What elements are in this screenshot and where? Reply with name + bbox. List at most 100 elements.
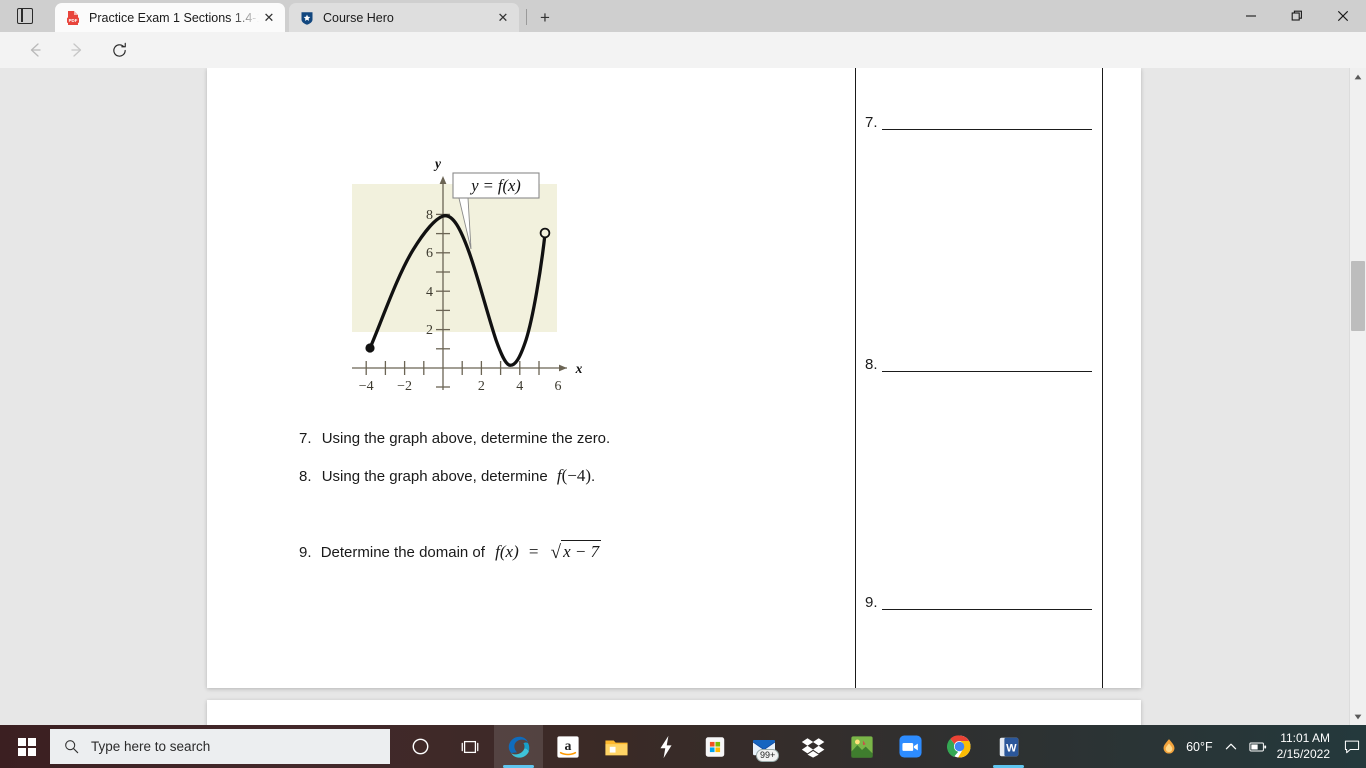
question-8-text: Using the graph above, determine [321,468,548,485]
open-endpoint-dot [539,227,551,239]
question-9-radical-expression: √ x − 7 [549,540,602,563]
cortana-icon[interactable] [396,725,445,768]
reload-button[interactable] [106,38,132,62]
svg-text:4: 4 [426,285,433,300]
task-view-icon[interactable] [445,725,494,768]
page-scrollbar[interactable] [1349,68,1366,725]
tab-course-hero[interactable]: Course Hero ✕ [289,3,519,32]
show-hidden-icons-button[interactable] [1219,725,1243,768]
svg-text:2: 2 [478,379,485,390]
question-8-number: 8. [299,468,312,485]
tab-actions-icon[interactable] [10,4,40,28]
y-axis-arrow [439,176,447,184]
scrollbar-thumb[interactable] [1351,261,1365,331]
navigation-bar: i File C:/Users/12056/AppData/Local/Temp… [0,32,1366,96]
tab-title: Course Hero [323,10,394,25]
svg-text:4: 4 [516,379,523,390]
plot-background [352,184,557,332]
page-vertical-rule-left [855,68,857,688]
svg-text:6: 6 [426,246,433,261]
microsoft-store-icon[interactable] [690,725,739,768]
answer-blank-8-number: 8. [865,356,878,373]
svg-text:2: 2 [426,323,433,338]
google-chrome-icon[interactable] [935,725,984,768]
svg-text:6: 6 [555,379,562,390]
closed-endpoint-dot [365,343,375,353]
question-8-argument: (−4) [561,466,591,485]
answer-blank-7[interactable]: 7. [865,115,1092,130]
forward-button[interactable] [64,38,90,62]
lightning-app-icon[interactable] [641,725,690,768]
answer-blank-8[interactable]: 8. [865,357,1092,372]
dropbox-icon[interactable] [788,725,837,768]
mail-icon[interactable]: 99+ [739,725,788,768]
back-button[interactable] [22,38,48,62]
x-tick-labels: −4 −2 2 4 6 [359,379,562,394]
x-axis-arrow [559,364,567,372]
question-8: 8. Using the graph above, determine f(−4… [299,466,595,486]
tab-strip: PDF Practice Exam 1 Sections 1.4-1.9. ✕ … [0,0,1366,32]
answer-blank-8-line[interactable] [881,358,1092,372]
weather-temperature: 60°F [1186,739,1213,754]
system-tray: 60°F 11:01 AM 2/15/2022 [1153,725,1366,768]
radical-sign: √ [550,542,562,563]
y-axis-label: y [433,156,442,171]
battery-icon[interactable] [1243,725,1273,768]
pdf-page-2 [207,700,1141,725]
minimize-button[interactable] [1228,0,1274,32]
file-explorer-icon[interactable] [592,725,641,768]
course-hero-shield-icon [301,11,313,25]
svg-text:8: 8 [426,208,433,223]
search-icon [65,740,79,754]
tab-practice-exam[interactable]: PDF Practice Exam 1 Sections 1.4-1.9. ✕ [55,3,285,32]
x-axis-label: x [575,361,583,376]
new-tab-button[interactable]: + [533,6,557,29]
microsoft-edge-icon[interactable] [494,725,543,768]
edge-browser-window: PDF Practice Exam 1 Sections 1.4-1.9. ✕ … [0,0,1366,725]
clock-date: 2/15/2022 [1276,746,1330,761]
tab-divider [526,9,527,25]
weather-drop-icon [1163,738,1175,754]
restore-button[interactable] [1274,0,1320,32]
question-9-number: 9. [299,544,312,561]
page-vertical-rule-right [1102,68,1104,688]
question-9: 9. Determine the domain of f(x) = √ x − 7 [299,540,602,563]
photos-app-icon[interactable] [837,725,886,768]
answer-blank-7-line[interactable] [881,116,1092,130]
answer-blank-9-line[interactable] [881,596,1092,610]
function-graph-figure: y = f(x) y x −4 −2 2 4 6 2 4 6 8 [345,150,595,394]
pdf-viewer[interactable]: y = f(x) y x −4 −2 2 4 6 2 4 6 8 7. Usin… [0,68,1366,725]
question-8-period: . [591,468,596,485]
graph-svg: y = f(x) y x −4 −2 2 4 6 2 4 6 8 [352,156,583,394]
tab-close-button[interactable]: ✕ [259,8,279,28]
zoom-icon[interactable] [886,725,935,768]
taskbar-clock[interactable]: 11:01 AM 2/15/2022 [1273,731,1338,762]
notification-center-icon[interactable] [1338,725,1366,768]
svg-text:W: W [1006,742,1017,754]
taskbar-icons: a 99+ W [396,725,1033,768]
windows-start-icon[interactable] [5,725,49,768]
answer-blank-7-number: 7. [865,114,878,131]
window-controls [1228,0,1366,32]
amazon-icon[interactable]: a [543,725,592,768]
question-7-text: Using the graph above, determine the zer… [321,430,611,447]
scrollbar-down-arrow[interactable] [1350,708,1366,725]
curve-label: y = f(x) [469,176,521,195]
svg-text:−2: −2 [397,379,412,390]
close-button[interactable] [1320,0,1366,32]
mail-unread-badge: 99+ [756,749,780,762]
clock-time: 11:01 AM [1280,731,1330,746]
question-9-text: Determine the domain of [320,544,485,561]
search-placeholder: Type here to search [91,739,211,754]
question-7: 7. Using the graph above, determine the … [299,430,610,447]
microsoft-word-icon[interactable]: W [984,725,1033,768]
svg-text:a: a [564,738,571,753]
windows-taskbar: Type here to search a 99+ W 60°F 11:01 A… [0,725,1366,768]
answer-blank-9[interactable]: 9. [865,595,1092,610]
search-input[interactable]: Type here to search [50,729,390,764]
weather-widget[interactable]: 60°F [1153,725,1219,768]
pdf-icon: PDF [67,10,79,25]
scrollbar-up-arrow[interactable] [1350,68,1366,85]
question-7-number: 7. [299,430,312,447]
tab-close-button[interactable]: ✕ [493,8,513,28]
